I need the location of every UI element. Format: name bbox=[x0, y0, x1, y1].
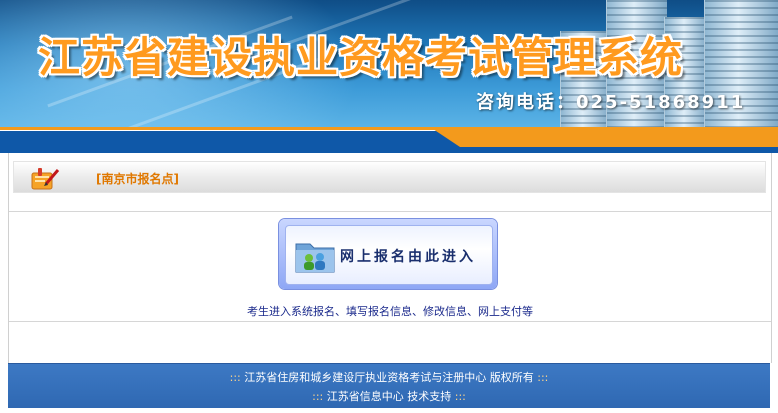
registration-button-label: 网上报名由此进入 bbox=[340, 249, 476, 265]
section-header: [南京市报名点] bbox=[13, 161, 766, 193]
divider bbox=[9, 321, 771, 322]
band-orange-tab bbox=[430, 127, 778, 147]
header-banner: 江苏省建设执业资格考试管理系统 咨询电话：025-51868911 bbox=[0, 0, 778, 127]
memo-pencil-icon bbox=[28, 164, 60, 194]
site-title: 江苏省建设执业资格考试管理系统 bbox=[38, 33, 684, 82]
registration-note: 考生进入系统报名、填写报名信息、修改信息、网上支付等 bbox=[247, 305, 533, 318]
footer-colons: ::: bbox=[454, 390, 466, 403]
button-face: 网上报名由此进入 bbox=[285, 225, 493, 285]
footer: ::: 江苏省住房和城乡建设厅执业资格考试与注册中心 版权所有 ::: ::: … bbox=[8, 363, 770, 408]
header-band bbox=[0, 127, 778, 153]
section-title[interactable]: [南京市报名点] bbox=[96, 170, 179, 187]
consult-phone: 咨询电话：025-51868911 bbox=[476, 92, 746, 113]
footer-colons: ::: bbox=[229, 371, 241, 384]
tech-support-line: ::: 江苏省信息中心 技术支持 ::: bbox=[8, 388, 770, 404]
band-white-line bbox=[0, 130, 440, 131]
copyright-text: 江苏省住房和城乡建设厅执业资格考试与注册中心 版权所有 bbox=[244, 371, 534, 384]
tech-support-text: 江苏省信息中心 技术支持 bbox=[326, 390, 452, 403]
main-panel: [南京市报名点] 网上报名由此进入 考生进入系统报名、填写报名信息、修改信息、网… bbox=[8, 153, 772, 363]
folder-users-icon bbox=[294, 238, 336, 274]
online-registration-button[interactable]: 网上报名由此进入 bbox=[279, 219, 497, 289]
footer-colons: ::: bbox=[537, 371, 549, 384]
divider bbox=[9, 211, 771, 212]
copyright-line: ::: 江苏省住房和城乡建设厅执业资格考试与注册中心 版权所有 ::: bbox=[8, 369, 770, 385]
footer-colons: ::: bbox=[312, 390, 324, 403]
